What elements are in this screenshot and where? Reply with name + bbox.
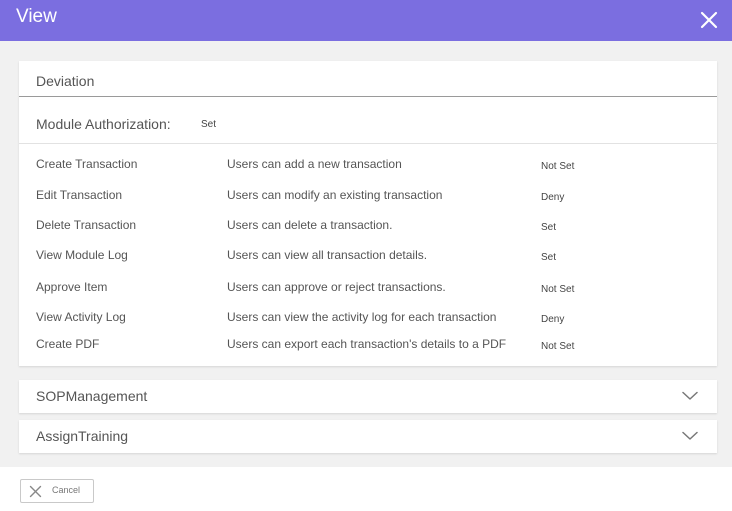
permission-status: Deny — [541, 192, 565, 203]
permission-description: Users can delete a transaction. — [227, 218, 393, 232]
close-button[interactable] — [698, 9, 720, 31]
permission-row: View Module Log Users can view all trans… — [19, 248, 717, 272]
permission-row: Delete Transaction Users can delete a tr… — [19, 218, 717, 242]
cancel-button[interactable]: Cancel — [20, 479, 94, 503]
accordion-assigntraining[interactable]: AssignTraining — [19, 420, 717, 453]
module-authorization-label: Module Authorization: — [36, 116, 171, 132]
dialog-body: Deviation Module Authorization: Set Crea… — [0, 41, 732, 467]
permission-row: View Activity Log Users can view the act… — [19, 310, 717, 334]
permission-name: Approve Item — [36, 280, 108, 294]
permissions-divider — [19, 143, 717, 144]
permission-status: Deny — [541, 314, 565, 325]
permission-status: Set — [541, 252, 557, 263]
module-authorization-value: Set — [201, 119, 217, 130]
close-icon — [700, 11, 718, 29]
permission-row: Edit Transaction Users can modify an exi… — [19, 188, 717, 212]
permission-name: Create Transaction — [36, 157, 138, 171]
deviation-panel: Deviation Module Authorization: Set Crea… — [19, 61, 717, 366]
permission-description: Users can view all transaction details. — [227, 248, 428, 262]
permission-status: Not Set — [541, 161, 575, 172]
permission-row: Create PDF Users can export each transac… — [19, 337, 717, 361]
permission-name: Create PDF — [36, 337, 100, 351]
permission-description: Users can export each transaction's deta… — [227, 337, 507, 351]
close-icon — [29, 485, 42, 498]
permission-row: Approve Item Users can approve or reject… — [19, 280, 717, 304]
permission-name: Edit Transaction — [36, 188, 123, 202]
dialog-title: View — [16, 6, 57, 27]
section-title: Deviation — [36, 73, 95, 89]
permission-description: Users can view the activity log for each… — [227, 310, 497, 324]
accordion-sopmanagement[interactable]: SOPManagement — [19, 380, 717, 413]
permission-name: View Module Log — [36, 248, 128, 262]
cancel-label: Cancel — [52, 485, 81, 495]
accordion-title: SOPManagement — [36, 388, 148, 404]
permission-status: Set — [541, 222, 557, 233]
permission-name: View Activity Log — [36, 310, 126, 324]
permission-description: Users can add a new transaction — [227, 157, 402, 171]
permission-row: Create Transaction Users can add a new t… — [19, 157, 717, 181]
permission-status: Not Set — [541, 284, 575, 295]
permission-description: Users can modify an existing transaction — [227, 188, 443, 202]
accordion-title: AssignTraining — [36, 428, 129, 444]
chevron-down-icon[interactable] — [682, 431, 698, 441]
dialog-header: View — [0, 0, 732, 41]
permission-description: Users can approve or reject transactions… — [227, 280, 446, 294]
permission-status: Not Set — [541, 341, 575, 352]
chevron-down-icon[interactable] — [682, 391, 698, 401]
permission-name: Delete Transaction — [36, 218, 137, 232]
section-divider — [19, 96, 717, 97]
